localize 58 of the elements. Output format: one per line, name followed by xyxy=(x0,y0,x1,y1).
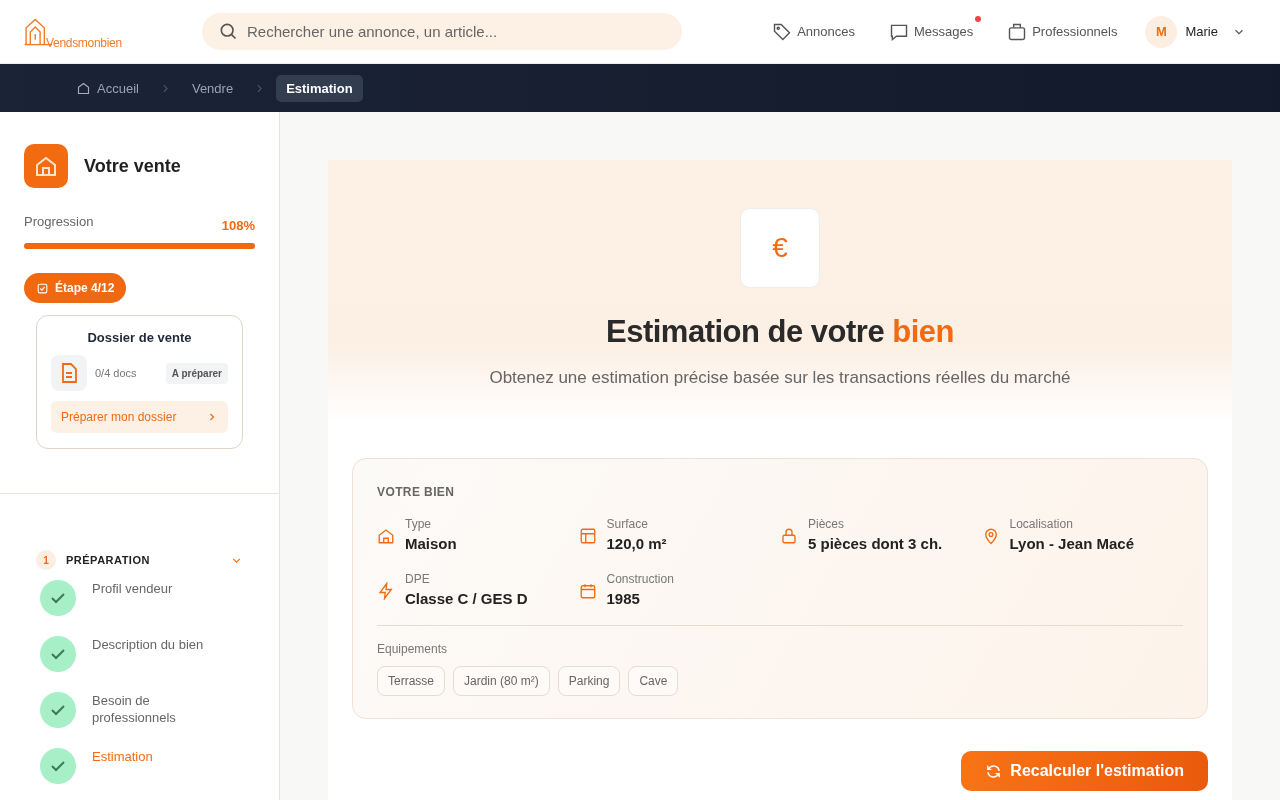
page-subtitle: Obtenez une estimation précise basée sur les transactions réelles du marché xyxy=(489,368,1071,388)
lock-icon xyxy=(780,527,798,545)
layout-icon xyxy=(578,527,597,545)
status-badge: A préparer xyxy=(165,362,228,384)
house-icon xyxy=(24,144,68,188)
search-field[interactable]: Rechercher une annonce, un article... xyxy=(202,13,682,50)
field-value: Classe C / GES D xyxy=(405,590,528,607)
field-label: Surface xyxy=(606,517,649,531)
step-item[interactable]: Description du bien xyxy=(36,636,243,692)
card-title: Dossier de vente xyxy=(86,330,193,345)
section-number: 1 xyxy=(36,550,56,570)
refresh-icon xyxy=(985,762,1003,780)
nav-link[interactable]: Professionnels xyxy=(1007,21,1118,42)
field-label: Localisation xyxy=(1009,517,1074,531)
briefcase-icon xyxy=(1007,21,1028,42)
field-label: Type xyxy=(405,517,432,531)
tag-icon xyxy=(772,21,793,42)
field-label: Construction xyxy=(606,572,674,586)
equipment-label: Equipements xyxy=(377,642,449,656)
docs-count: 0/4 docs xyxy=(95,367,137,379)
panel-heading: VOTRE BIEN xyxy=(377,485,456,499)
field-value: Maison xyxy=(405,535,457,552)
field-label: Pièces xyxy=(808,517,846,531)
progress-label: Progression xyxy=(24,214,94,231)
breadcrumb-link[interactable]: Estimation xyxy=(276,74,363,102)
field-label: DPE xyxy=(405,572,431,586)
calendar-icon xyxy=(578,582,597,600)
nav-link[interactable]: Annonces xyxy=(772,21,855,42)
progress-value: 108% xyxy=(221,218,255,233)
document-icon xyxy=(51,355,87,391)
breadcrumb-link[interactable]: Vendre xyxy=(181,74,244,102)
field-value: 120,0 m² xyxy=(606,535,667,552)
equipment-tag: Parking xyxy=(557,666,621,696)
search-icon xyxy=(218,21,238,41)
sale-title: Votre vente xyxy=(84,155,181,177)
step-text: Étape 4/12 xyxy=(55,281,115,295)
breadcrumb-link[interactable]: Accueil xyxy=(66,74,149,102)
field-value: 5 pièces dont 3 ch. xyxy=(808,535,943,552)
recalculate-button[interactable]: Recalculer l'estimation xyxy=(961,751,1208,791)
step-item[interactable]: Profil vendeur xyxy=(36,580,243,636)
checkbox-icon xyxy=(36,281,49,295)
user-menu[interactable]: M Marie xyxy=(1145,15,1246,48)
lightning-icon xyxy=(377,582,395,600)
house-icon xyxy=(377,527,395,545)
home-icon xyxy=(76,80,91,96)
equipment-tag: Cave xyxy=(628,666,679,696)
logo-text: Vendsmonbien xyxy=(46,35,122,50)
equipment-tag: Jardin (80 m²) xyxy=(453,666,550,696)
nav-link[interactable]: Messages xyxy=(888,21,974,42)
page-title: Estimation de votre bien xyxy=(606,314,954,350)
field-value: 1985 xyxy=(606,590,641,607)
field-value: Lyon - Jean Macé xyxy=(1009,535,1134,552)
equipment-tag: Terrasse xyxy=(377,666,445,696)
avatar: M xyxy=(1145,15,1178,48)
step-item[interactable]: Estimation xyxy=(36,748,243,800)
euro-tile: € xyxy=(740,208,820,288)
step-item[interactable]: Besoin de professionnels xyxy=(36,692,243,748)
section-header[interactable]: 1 PRÉPARATION xyxy=(36,550,243,570)
